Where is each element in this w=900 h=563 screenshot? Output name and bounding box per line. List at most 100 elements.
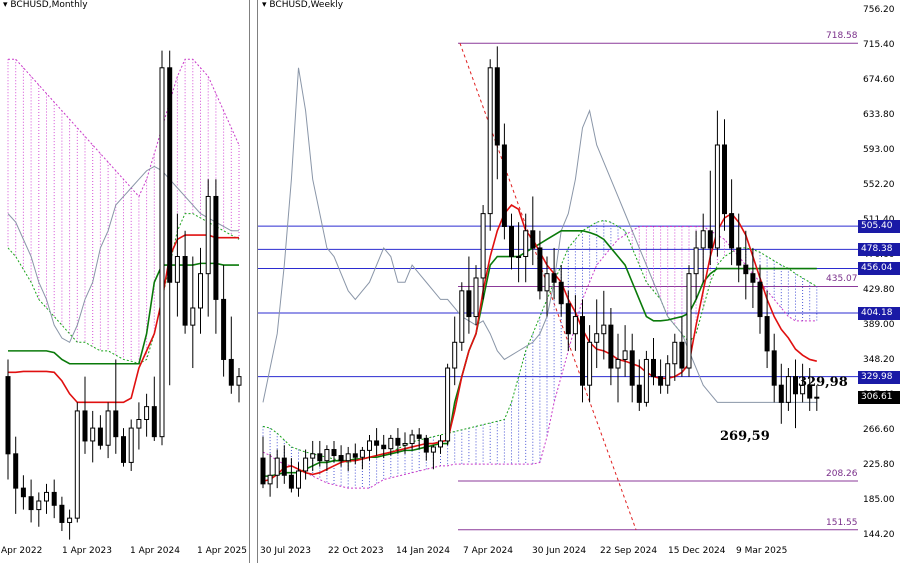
candle (487, 59, 493, 231)
level-value-label: 718.58 (826, 31, 858, 42)
candle (198, 247, 203, 334)
candle (128, 419, 134, 471)
candle (558, 265, 564, 317)
candle-body (537, 247, 543, 292)
candle (643, 350, 649, 407)
time-tick-label: 9 Mar 2025 (736, 546, 788, 556)
time-tick-label: 1 Apr 2023 (62, 546, 112, 556)
candle-body (679, 341, 685, 369)
candle-body (473, 277, 479, 318)
candle (67, 509, 73, 540)
candle-body (74, 410, 80, 519)
low-annotation: 269,59 (720, 429, 770, 444)
time-axis-monthly[interactable]: Apr 2022 1 Apr 2023 1 Apr 2024 1 Apr 2025 (0, 543, 249, 563)
candle-body (544, 273, 550, 292)
weekly-title-text: BCHUSD,Weekly (269, 0, 344, 10)
level-price-tag: 329.98 (858, 370, 900, 384)
candle-body (523, 230, 529, 258)
candle-body (296, 470, 301, 489)
candle (700, 213, 706, 283)
candle-body (430, 446, 436, 453)
candle (665, 355, 671, 394)
time-axis-weekly[interactable]: 30 Jul 2023 22 Oct 2023 14 Jan 2024 7 Apr 2… (258, 543, 858, 563)
senkou-span-b-line (8, 58, 240, 198)
dropdown-triangle-icon[interactable]: ▾ (262, 0, 267, 10)
weekly-chart[interactable] (258, 0, 858, 543)
candle-body (736, 247, 742, 266)
monthly-chart-panel[interactable]: ▾ BCHUSD,Monthly (0, 0, 249, 543)
senkou-span-a-line (7, 213, 240, 365)
candle (615, 333, 621, 403)
candle-body (228, 358, 234, 386)
candle (267, 453, 273, 497)
candle-body (686, 273, 692, 369)
candle (296, 462, 301, 497)
candle-body (221, 298, 227, 360)
candle (771, 333, 777, 403)
candle-body (174, 256, 180, 283)
price-tick-label: 593.00 (863, 145, 895, 155)
candle (530, 196, 536, 266)
candle-body (729, 213, 735, 249)
candle (151, 376, 157, 441)
candle-body (367, 440, 372, 451)
candle (459, 282, 465, 351)
candle-body (416, 434, 422, 439)
candle-body (182, 256, 188, 326)
tenkan-line (8, 234, 239, 404)
monthly-chart[interactable] (0, 0, 249, 543)
candle (205, 179, 211, 317)
candle-body (565, 303, 571, 335)
dropdown-triangle-icon[interactable]: ▾ (3, 0, 8, 10)
candle (551, 247, 557, 300)
candle (438, 434, 443, 454)
candle-body (324, 449, 330, 462)
candle-body (274, 457, 280, 476)
price-tick-label: 674.60 (863, 75, 895, 85)
candle (281, 445, 287, 484)
candle-body (97, 427, 103, 446)
candle-body (501, 144, 507, 227)
candle (622, 325, 628, 377)
candle-body (159, 67, 165, 438)
candle (651, 338, 656, 386)
candle-body (487, 67, 493, 215)
candle-body (558, 281, 564, 305)
candle-body (136, 419, 142, 429)
candle (785, 368, 791, 411)
price-tick-label: 429.80 (863, 285, 895, 295)
candle (20, 475, 26, 510)
time-tick-label: 7 Apr 2024 (463, 546, 513, 556)
candle-body (615, 358, 621, 369)
level-value-label: 435.07 (826, 274, 858, 285)
candle-body (509, 225, 514, 258)
candle (686, 265, 692, 377)
candle-body (423, 437, 429, 453)
time-tick-label: 1 Apr 2024 (130, 546, 180, 556)
candle-body (516, 256, 522, 259)
candle-body (672, 341, 678, 365)
price-tick-label: 756.20 (863, 5, 895, 15)
level-price-tag: 478.38 (858, 243, 900, 257)
weekly-chart-panel[interactable]: ▾ BCHUSD,Weekly (258, 0, 858, 543)
candle (44, 483, 49, 514)
candle (213, 179, 219, 334)
candle (594, 299, 600, 369)
price-tick-label: 552.20 (863, 180, 895, 190)
candle-body (82, 410, 88, 442)
candle-body (693, 247, 699, 275)
candle-body (530, 230, 536, 249)
candle (303, 449, 309, 480)
candle-body (113, 410, 119, 438)
candle-body (438, 440, 443, 448)
price-axis[interactable]: 756.20715.40674.60633.80593.00552.20511.… (858, 0, 900, 563)
candle (228, 316, 234, 394)
candle (221, 265, 227, 377)
candle (51, 479, 57, 519)
panel-separator[interactable] (249, 0, 250, 563)
candle-body (51, 491, 57, 506)
candle-body (658, 376, 664, 386)
candle-body (44, 491, 49, 502)
candle-body (359, 449, 365, 458)
weekly-title: ▾ BCHUSD,Weekly (262, 0, 343, 10)
